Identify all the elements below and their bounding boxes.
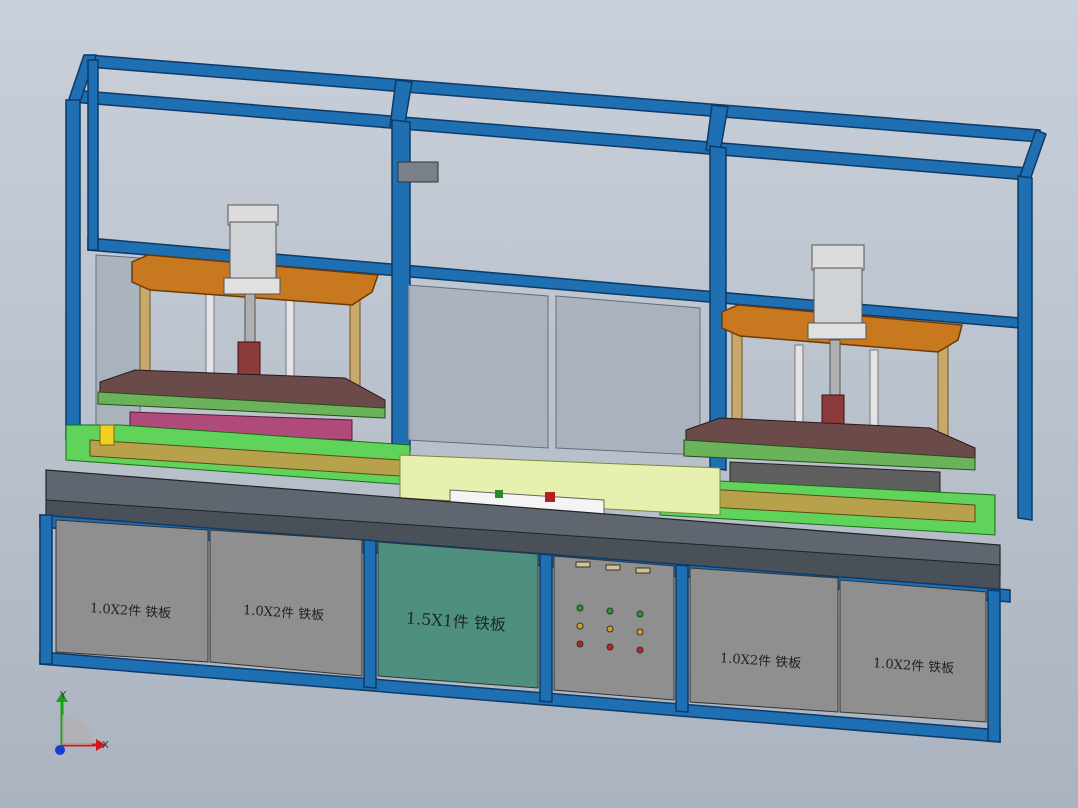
cabinet-panel-5: [839, 579, 987, 723]
z-axis-icon: [55, 745, 65, 755]
x-axis-label: X: [102, 740, 109, 751]
cabinet-panel-1: [55, 519, 209, 663]
machine-model[interactable]: Y X: [0, 0, 1078, 808]
cad-viewport[interactable]: Y X 1.0X2件 铁板 1.0X2件 铁板 1.5X1件 铁板 1.0X2件…: [0, 0, 1078, 808]
junction-box: [397, 161, 439, 183]
axis-triad[interactable]: Y X: [55, 690, 109, 755]
cabinet-panel-4: [689, 567, 839, 713]
y-axis-label: Y: [59, 690, 67, 701]
control-panel: [553, 555, 675, 701]
